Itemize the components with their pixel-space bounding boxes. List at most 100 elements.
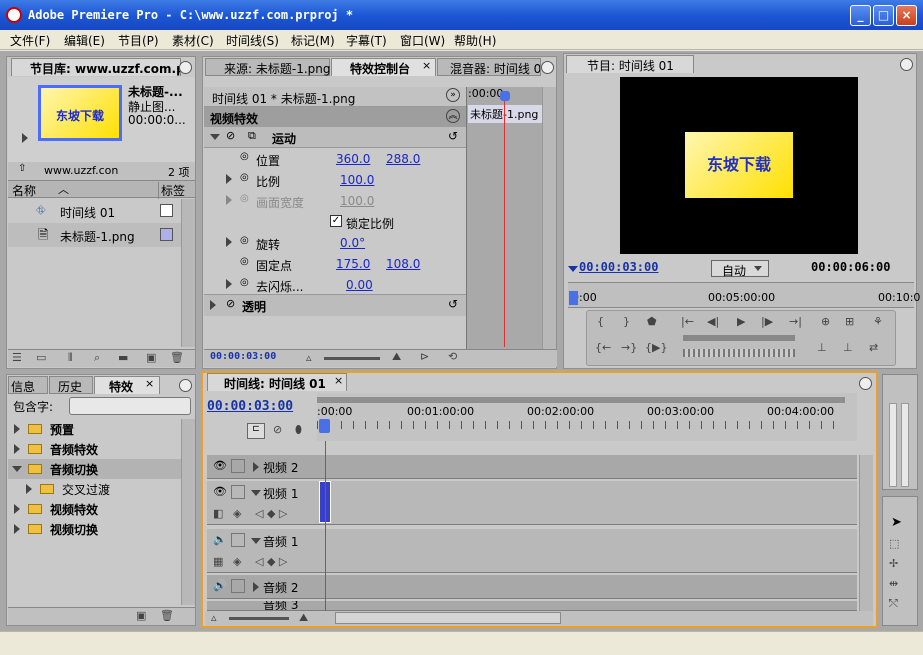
column-label[interactable]: 标签 (158, 182, 185, 199)
tree-item-video-transitions[interactable]: 视频切换 (8, 519, 181, 539)
expand-icon[interactable] (210, 300, 216, 310)
new-bin-icon[interactable]: ▬ (118, 351, 128, 364)
expand-icon[interactable] (253, 462, 259, 472)
track-select-tool-icon[interactable]: ⬚ (889, 537, 899, 550)
eye-icon[interactable]: 👁 (213, 459, 227, 472)
lock-box[interactable] (231, 533, 245, 547)
collapse-icon[interactable] (251, 490, 261, 496)
collapse-icon[interactable]: ︽ (446, 109, 460, 123)
zoom-slider[interactable] (229, 617, 289, 620)
prev-keyframe-icon[interactable]: ◁ ◆ ▷ (255, 555, 287, 568)
menu-project[interactable]: 节目(P) (118, 32, 159, 49)
delete-icon[interactable]: 🗑 (160, 609, 174, 622)
menu-window[interactable]: 窗口(W) (400, 32, 445, 49)
menu-clip[interactable]: 素材(C) (172, 32, 214, 49)
panel-menu-icon[interactable] (179, 379, 192, 392)
monitor-ruler[interactable]: 0:00 00:05:00:00 00:10:0 (568, 282, 920, 308)
minimize-button[interactable]: _ (850, 5, 871, 26)
new-bin-icon[interactable]: ▣ (136, 609, 146, 622)
prop-value-y[interactable]: 288.0 (386, 152, 420, 166)
effects-scrollbar[interactable] (181, 419, 195, 605)
menu-sequence[interactable]: 时间线(S) (226, 32, 279, 49)
overlay-icon[interactable]: ⊥ (843, 341, 853, 354)
rate-stretch-tool-icon[interactable]: ⇹ (889, 577, 898, 590)
opacity-row[interactable]: ⊘ 透明 ↺ (204, 295, 466, 316)
goto-next-edit-icon[interactable]: →} (621, 341, 637, 354)
speaker-icon[interactable]: 🔊 (213, 533, 227, 546)
tree-item-audio-transitions[interactable]: 音频切换 (8, 459, 181, 479)
tab-history[interactable]: 历史 (49, 376, 93, 394)
tree-item-audio-effects[interactable]: 音频特效 (8, 439, 181, 459)
expand-icon[interactable] (14, 504, 20, 514)
display-style-icon[interactable]: ◧ (213, 507, 223, 520)
time-dropdown-icon[interactable] (568, 266, 578, 272)
list-view-icon[interactable]: ☰ (12, 351, 22, 364)
close-button[interactable]: × (896, 5, 917, 26)
menu-edit[interactable]: 编辑(E) (64, 32, 105, 49)
expand-icon[interactable] (253, 582, 259, 592)
export-frame-icon[interactable]: ⇄ (869, 341, 878, 354)
tab-source[interactable]: 来源: 未标题-1.png (205, 58, 330, 76)
project-scrollbar[interactable] (181, 199, 195, 347)
effect-time[interactable]: 00:00:03:00 (210, 351, 276, 362)
jog-wheel[interactable] (683, 349, 795, 357)
bin-up-icon[interactable]: ⇧ (18, 163, 26, 174)
play-in-out-icon[interactable]: {▶} (645, 341, 667, 354)
mark-in-icon[interactable]: { (597, 315, 604, 328)
list-item[interactable]: 🗎 未标题-1.png (8, 223, 181, 247)
marker-icon[interactable]: ⬟ (647, 315, 657, 328)
tab-info[interactable]: 信息 (8, 376, 48, 394)
delete-icon[interactable]: 🗑 (170, 351, 184, 364)
expand-icon[interactable] (14, 424, 20, 434)
monitor-playhead-icon[interactable] (569, 291, 578, 305)
lock-box[interactable] (231, 485, 245, 499)
tab-effect-controls[interactable]: 特效控制台 × (331, 58, 436, 76)
zoom-slider[interactable] (324, 357, 380, 360)
close-tab-icon[interactable]: × (422, 59, 431, 72)
insert-icon[interactable]: ⊥ (817, 341, 827, 354)
stopwatch-icon[interactable]: ◎ (240, 256, 249, 267)
menu-marker[interactable]: 标记(M) (291, 32, 335, 49)
monitor-tab[interactable]: 节目: 时间线 01 (566, 55, 694, 73)
mark-out-icon[interactable]: } (623, 315, 630, 328)
tab-effects[interactable]: 特效 × (94, 376, 160, 394)
stopwatch-icon[interactable]: ◎ (240, 235, 249, 246)
tab-mixer[interactable]: 混音器: 时间线 0 (437, 58, 541, 76)
column-name[interactable]: 名称 (12, 182, 36, 199)
step-back-icon[interactable]: ◀| (707, 315, 719, 328)
show-keyframes-icon[interactable]: » (446, 88, 460, 102)
zoom-in-icon[interactable]: ⛰ (392, 350, 401, 364)
shuttle-slider[interactable] (683, 335, 795, 341)
goto-in-icon[interactable]: |← (681, 315, 694, 328)
goto-out-icon[interactable]: →| (789, 315, 802, 328)
speaker-icon[interactable]: 🔊 (213, 579, 227, 592)
lock-box[interactable] (231, 459, 245, 473)
uniform-scale-checkbox[interactable]: ✓ (330, 215, 342, 227)
timeline-tab[interactable]: 时间线: 时间线 01 × (207, 373, 347, 391)
marker-icon[interactable]: ⊘ (273, 423, 282, 436)
expand-icon[interactable] (210, 134, 220, 140)
stopwatch-icon[interactable]: ◎ (240, 151, 249, 162)
trim-icon[interactable]: ⚘ (873, 315, 883, 328)
prop-value-y[interactable]: 108.0 (386, 257, 420, 271)
expand-icon[interactable] (14, 444, 20, 454)
keyframe-icon[interactable]: ⬮ (295, 423, 302, 437)
effect-scrollbar[interactable] (542, 87, 556, 349)
panel-menu-icon[interactable] (179, 61, 192, 74)
step-forward-icon[interactable]: |▶ (761, 315, 773, 328)
panel-menu-icon[interactable] (541, 61, 554, 74)
prop-value-x[interactable]: 175.0 (336, 257, 370, 271)
expand-icon[interactable] (226, 237, 232, 247)
fit-dropdown[interactable]: 自动 (711, 260, 769, 278)
project-tab[interactable]: 节目库: www.uzzf.com.prproj (11, 58, 181, 76)
selection-tool-icon[interactable]: ➤ (891, 515, 902, 530)
extract-icon[interactable]: ⊞ (845, 315, 854, 328)
snap-button[interactable]: ⊏ (247, 423, 265, 439)
motion-row[interactable]: ⊘ ⧉ 运动 ↺ (204, 127, 466, 148)
close-tab-icon[interactable]: × (334, 374, 343, 387)
prev-keyframe-icon[interactable]: ◁ ◆ ▷ (255, 507, 287, 520)
prop-value[interactable]: 0.0° (340, 236, 365, 250)
fx-toggle-icon[interactable]: ⊘ (226, 297, 235, 310)
expand-icon[interactable] (26, 484, 32, 494)
menu-title[interactable]: 字幕(T) (346, 32, 387, 49)
